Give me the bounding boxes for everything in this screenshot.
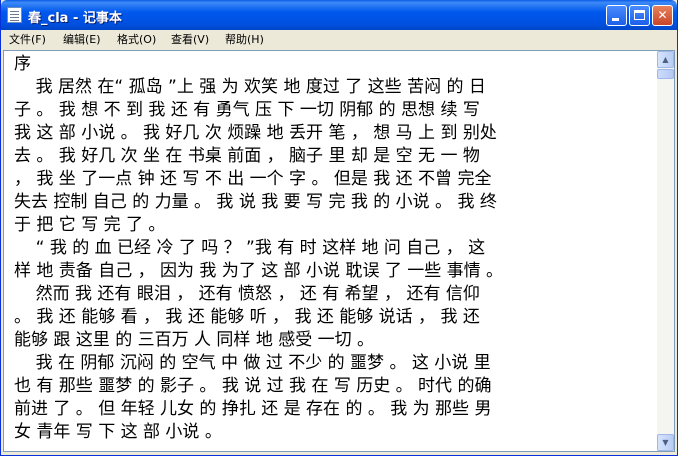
close-button[interactable]: ✕ xyxy=(652,5,673,26)
scroll-down-button[interactable]: ▼ xyxy=(657,434,674,451)
text-line: 样 地 责备 自己 ， 因为 我 为了 这 部 小说 耽误 了 一些 事情 。 xyxy=(14,261,504,281)
text-line: 前进 了 。 但 年轻 儿女 的 挣扎 还 是 存在 的 。 我 为 那些 男 xyxy=(14,399,492,419)
menu-view[interactable]: 查看(V) xyxy=(171,32,209,48)
title-bar[interactable]: 春_cla - 记事本 ✕ xyxy=(1,0,677,30)
text-line: 能够 跟 这里 的 三百万 人 同样 地 感受 一切 。 xyxy=(14,330,375,350)
text-line: 我 这 部 小说 。 我 好几 次 烦躁 地 丢开 笔 ， 想 马 上 到 别处 xyxy=(14,123,497,143)
text-line: 子 。 我 想 不 到 我 还 有 勇气 压 下 一切 阴郁 的 思想 续 写 xyxy=(14,100,480,120)
text-line: 然而 我 还有 眼泪 ， 还有 愤怒 ， 还 有 希望 ， 还有 信仰 xyxy=(14,284,480,304)
minimize-button[interactable] xyxy=(606,5,627,26)
text-line: 序 xyxy=(14,54,31,74)
menu-edit[interactable]: 编辑(E) xyxy=(63,32,101,48)
maximize-icon xyxy=(634,10,645,20)
text-line: “ 我 的 血 已经 冷 了 吗 ？ ”我 有 时 这样 地 问 自己 ， 这 xyxy=(14,238,486,258)
text-line: 我 在 阴郁 沉闷 的 空气 中 做 过 不少 的 噩梦 。 这 小说 里 xyxy=(14,353,491,373)
menu-help[interactable]: 帮助(H) xyxy=(225,32,264,48)
notepad-window: 春_cla - 记事本 ✕ 文件(F) 编辑(E) 格式(O) 查看(V) 帮助… xyxy=(0,0,678,456)
menu-format[interactable]: 格式(O) xyxy=(117,32,156,48)
menu-file[interactable]: 文件(F) xyxy=(9,32,46,48)
scroll-up-button[interactable]: ▲ xyxy=(657,51,674,68)
vertical-scrollbar[interactable]: ▲ ▼ xyxy=(657,51,674,451)
text-line: 女 青年 写 下 这 部 小说 。 xyxy=(14,422,222,442)
text-line: ， 我 坐 了一点 钟 还 写 不 出 一个 字 。 但是 我 还 不曾 完全 xyxy=(14,169,492,189)
notepad-icon[interactable] xyxy=(7,7,22,23)
minimize-icon xyxy=(612,18,619,21)
menu-bar: 文件(F) 编辑(E) 格式(O) 查看(V) 帮助(H) xyxy=(1,30,677,50)
close-icon: ✕ xyxy=(657,8,668,22)
document-text[interactable]: 序 我 居然 在“ 孤岛 ”上 强 为 欢笑 地 度过 了 这些 苦闷 的 日 … xyxy=(14,53,654,444)
arrow-down-icon: ▼ xyxy=(662,438,669,447)
maximize-button[interactable] xyxy=(629,5,650,26)
text-editor[interactable]: 序 我 居然 在“ 孤岛 ”上 强 为 欢笑 地 度过 了 这些 苦闷 的 日 … xyxy=(3,50,675,452)
window-title: 春_cla - 记事本 xyxy=(28,11,122,26)
text-line: 我 居然 在“ 孤岛 ”上 强 为 欢笑 地 度过 了 这些 苦闷 的 日 xyxy=(14,77,486,97)
text-line: 于 把 它 写 完 了 。 xyxy=(14,215,166,235)
scroll-thumb[interactable] xyxy=(657,69,674,79)
text-line: 失去 控制 自己 的 力量 。 我 说 我 要 写 完 我 的 小说 。 我 终 xyxy=(14,192,497,212)
arrow-up-icon: ▲ xyxy=(662,55,669,64)
text-line: 。 我 还 能够 看 ， 我 还 能够 听 ， 我 还 能够 说话 ， 我 还 xyxy=(14,307,480,327)
text-line: 也 有 那些 噩梦 的 影子 。 我 说 过 我 在 写 历史 。 时代 的确 xyxy=(14,376,492,396)
text-line: 去 。 我 好几 次 坐 在 书桌 前面 ， 脑子 里 却 是 空 无 一 物 xyxy=(14,146,480,166)
